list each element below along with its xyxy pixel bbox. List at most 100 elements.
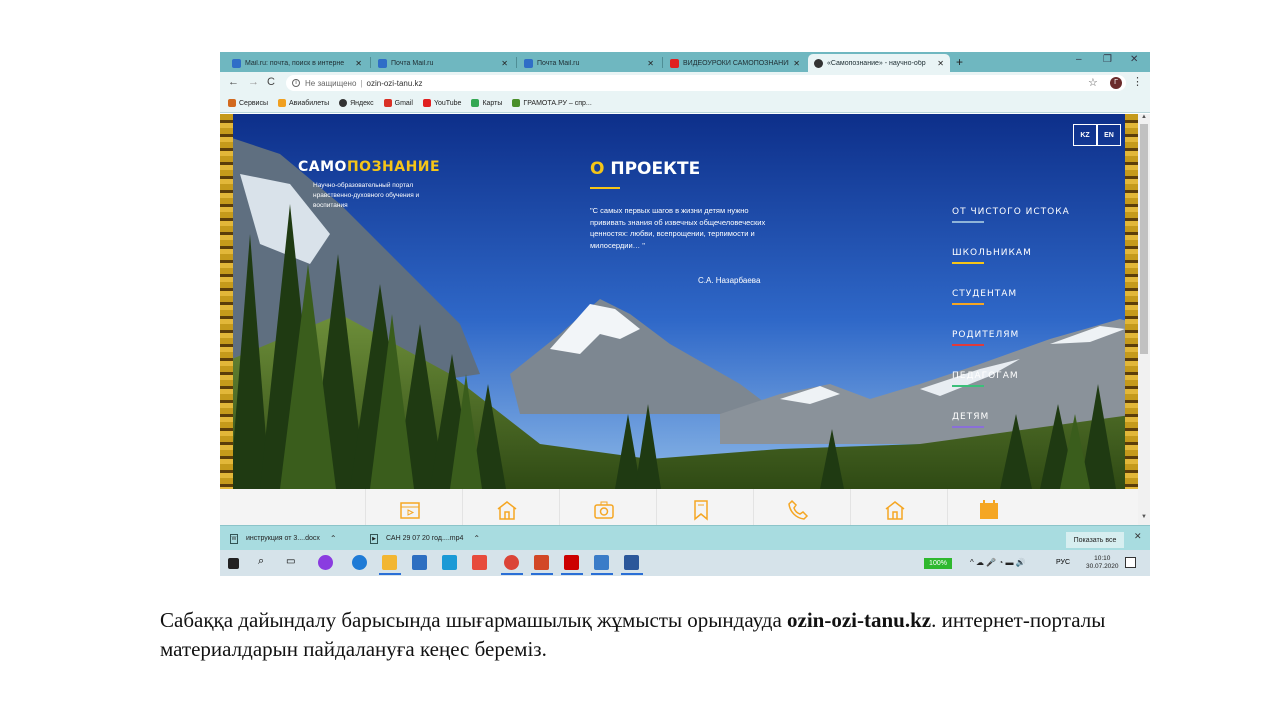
- restore-icon[interactable]: ❐: [1103, 54, 1112, 65]
- minimize-icon[interactable]: –: [1076, 54, 1082, 65]
- address-bar[interactable]: i Не защищено | ozin-ozi-tanu.kz: [286, 75, 1126, 91]
- close-icon[interactable]: ✕: [1134, 531, 1142, 542]
- menu-item-students[interactable]: СТУДЕНТАМ: [952, 289, 1017, 299]
- image-viewer-icon[interactable]: [594, 555, 609, 570]
- bookmark-youtube[interactable]: YouTube: [422, 99, 461, 107]
- clock[interactable]: 10:10 30.07.2020: [1086, 555, 1119, 571]
- edge-icon[interactable]: [352, 555, 367, 570]
- download-item[interactable]: ▶ САН 29 07 20 год....mp4 ⌃: [370, 530, 480, 547]
- download-item[interactable]: W инструкция от 3....docx ⌃: [230, 530, 337, 547]
- quote-author: С.А. Назарбаева: [698, 276, 761, 285]
- close-icon[interactable]: ✕: [501, 59, 508, 68]
- bookmark-gmail[interactable]: Gmail: [383, 99, 413, 107]
- scrollbar-thumb[interactable]: [1140, 124, 1148, 354]
- bookmark-services[interactable]: Сервисы: [228, 99, 268, 107]
- security-label: Не защищено: [305, 78, 357, 88]
- chevron-up-icon[interactable]: ⌃: [473, 534, 480, 543]
- alice-icon[interactable]: [318, 555, 333, 570]
- doc-file-icon: W: [230, 533, 238, 544]
- about-heading-text: ПРОЕКТЕ: [610, 159, 701, 179]
- taskbar: ⌕ ▭ 100% ^ ☁ 🎤 ◔ ▬ 🔊 РУС 10:10 30.07.202…: [220, 550, 1150, 576]
- bookmark-icon[interactable]: [690, 499, 712, 521]
- lang-en-button[interactable]: EN: [1097, 124, 1121, 146]
- tab-pochta-2[interactable]: Почта Mail.ru ✕: [518, 54, 660, 72]
- youtube-icon: [670, 58, 679, 68]
- home-icon[interactable]: [884, 499, 906, 521]
- yandex-icon[interactable]: [472, 555, 487, 570]
- film-icon[interactable]: [399, 499, 421, 521]
- caption-paragraph: Сабаққа дайындалу барысында шығармашылық…: [160, 606, 1160, 664]
- menu-item-parents[interactable]: РОДИТЕЛЯМ: [952, 330, 1019, 340]
- star-icon[interactable]: ☆: [1088, 76, 1098, 89]
- menu-underline: [952, 426, 984, 428]
- show-all-button[interactable]: Показать все: [1066, 532, 1124, 548]
- back-icon[interactable]: ←: [228, 76, 239, 88]
- language-indicator[interactable]: РУС: [1056, 559, 1070, 566]
- info-icon[interactable]: i: [292, 79, 300, 87]
- menu-item-children[interactable]: ДЕТЯМ: [952, 412, 989, 422]
- tab-videouroki[interactable]: ВИДЕОУРОКИ САМОПОЗНАНИЕ ✕: [664, 54, 806, 72]
- system-tray-icons[interactable]: ^ ☁ 🎤 ◔ ▬ 🔊: [970, 558, 1026, 567]
- forward-icon[interactable]: →: [248, 76, 259, 88]
- menu-underline: [952, 221, 984, 223]
- lang-kz-button[interactable]: KZ: [1073, 124, 1097, 146]
- notification-icon[interactable]: [1125, 557, 1136, 568]
- mail-icon[interactable]: [412, 555, 427, 570]
- plane-icon: [278, 99, 287, 107]
- bookmarks-bar: Сервисы Авиабилеты Яндекс Gmail YouTube …: [220, 94, 1150, 113]
- more-icon[interactable]: ⋮: [1132, 75, 1143, 88]
- browser-screenshot: Mail.ru: почта, поиск в интерне ✕ Почта …: [220, 52, 1150, 576]
- chrome-icon[interactable]: [504, 555, 519, 570]
- gmail-icon: [383, 99, 392, 107]
- bookmark-gramota[interactable]: ГРАМОТА.РУ – спр...: [512, 99, 592, 107]
- powerpoint-icon[interactable]: [534, 555, 549, 570]
- gramota-icon: [512, 99, 521, 107]
- left-ornament: [220, 114, 233, 489]
- menu-item-schoolchildren[interactable]: ШКОЛЬНИКАМ: [952, 248, 1032, 258]
- camera-icon[interactable]: [593, 499, 615, 521]
- video-file-icon: ▶: [370, 533, 378, 544]
- maps-icon: [471, 99, 480, 107]
- close-icon[interactable]: ✕: [793, 59, 800, 68]
- pdf-icon[interactable]: [564, 555, 579, 570]
- close-icon[interactable]: ✕: [937, 59, 944, 68]
- chevron-up-icon[interactable]: ⌃: [330, 534, 337, 543]
- bookmark-avia[interactable]: Авиабилеты: [278, 99, 329, 107]
- bottom-icon-bar: [220, 489, 1138, 525]
- home-icon[interactable]: [496, 499, 518, 521]
- window-close-icon[interactable]: ✕: [1130, 54, 1138, 65]
- reload-icon[interactable]: C: [267, 76, 275, 88]
- battery-indicator[interactable]: 100%: [924, 558, 952, 569]
- download-name: инструкция от 3....docx: [246, 535, 320, 542]
- bookmark-label: ГРАМОТА.РУ – спр...: [523, 99, 592, 107]
- page-scrollbar[interactable]: ▲ ▼: [1138, 114, 1150, 525]
- tab-pochta-1[interactable]: Почта Mail.ru ✕: [372, 54, 514, 72]
- scroll-down-icon[interactable]: ▼: [1141, 514, 1147, 520]
- download-name: САН 29 07 20 год....mp4: [386, 535, 464, 542]
- apps-grid-icon: [228, 99, 236, 107]
- tab-mailru[interactable]: Mail.ru: почта, поиск в интерне ✕: [226, 54, 368, 72]
- scroll-up-icon[interactable]: ▲: [1141, 114, 1147, 120]
- folder-icon[interactable]: [382, 555, 397, 570]
- word-icon[interactable]: [624, 555, 639, 570]
- menu-item-teachers[interactable]: ПЕДАГОГАМ: [952, 371, 1019, 381]
- windows-start-icon[interactable]: [228, 558, 239, 569]
- right-ornament: [1125, 114, 1138, 489]
- close-icon[interactable]: ✕: [647, 59, 654, 68]
- bookmark-label: Авиабилеты: [289, 99, 330, 107]
- site-logo[interactable]: САМОПОЗНАНИЕ: [298, 159, 440, 175]
- clock-date: 30.07.2020: [1086, 563, 1119, 570]
- close-icon[interactable]: ✕: [355, 59, 362, 68]
- avatar[interactable]: Г: [1110, 77, 1122, 89]
- tab-samopoznanie[interactable]: «Самопознание» - научно-обр ✕: [808, 54, 950, 72]
- task-view-icon[interactable]: ▭: [286, 556, 295, 567]
- calendar-icon[interactable]: [978, 499, 1000, 521]
- download-shelf: W инструкция от 3....docx ⌃ ▶ САН 29 07 …: [220, 525, 1150, 550]
- bookmark-yandex[interactable]: Яндекс: [339, 99, 374, 107]
- new-tab-button[interactable]: +: [956, 55, 963, 69]
- menu-item-istok[interactable]: ОТ ЧИСТОГО ИСТОКА: [952, 207, 1070, 217]
- bookmark-maps[interactable]: Карты: [471, 99, 502, 107]
- lync-icon[interactable]: [442, 555, 457, 570]
- phone-icon[interactable]: [787, 499, 809, 521]
- search-icon[interactable]: ⌕: [258, 555, 264, 568]
